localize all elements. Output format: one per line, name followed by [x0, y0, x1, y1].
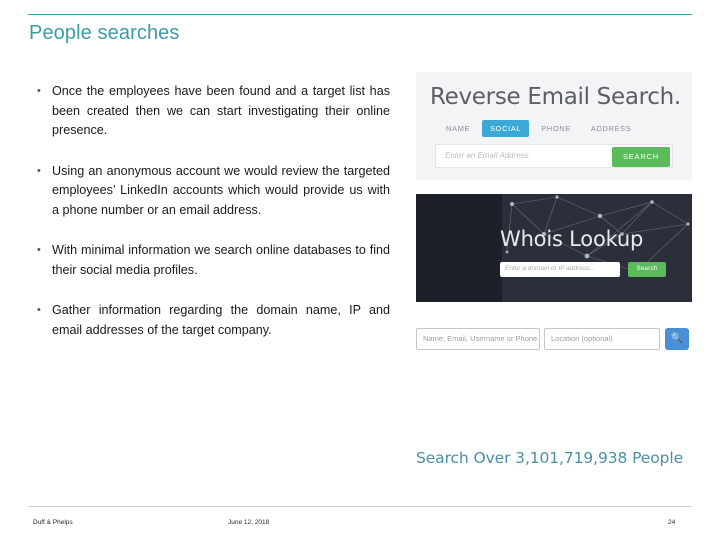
- slide: People searches • Once the employees hav…: [0, 0, 720, 540]
- footer-date: June 12, 2018: [228, 519, 270, 526]
- people-search-name-placeholder: Name, Email, Username or Phone: [423, 334, 538, 343]
- whois-lookup-screenshot: Whois Lookup Enter a domain or IP addres…: [416, 194, 692, 302]
- bullet-text: Using an anonymous account we would revi…: [52, 163, 390, 217]
- list-item: • Once the employees have been found and…: [30, 82, 390, 141]
- reverse-email-search-screenshot: Reverse Email Search. NAME SOCIAL PHONE …: [416, 72, 692, 180]
- bullet-marker: •: [37, 85, 41, 97]
- bullet-marker: •: [37, 304, 41, 316]
- people-search-location-input[interactable]: Location (optional): [544, 328, 660, 350]
- whois-search-button[interactable]: Search: [628, 262, 666, 277]
- reverse-email-search-headline: Reverse Email Search.: [430, 84, 681, 110]
- bullet-text: Once the employees have been found and a…: [52, 84, 390, 137]
- tab-address[interactable]: ADDRESS: [583, 120, 639, 137]
- people-search-screenshot: Name, Email, Username or Phone Location …: [416, 328, 692, 352]
- people-search-count: Search Over 3,101,719,938 People: [416, 449, 684, 467]
- whois-input[interactable]: Enter a domain or IP address...: [500, 262, 620, 277]
- whois-title: Whois Lookup: [500, 227, 644, 251]
- bullet-marker: •: [37, 244, 41, 256]
- list-item: • With minimal information we search onl…: [30, 241, 390, 280]
- footer-divider: [28, 506, 692, 507]
- search-icon[interactable]: 🔍: [665, 328, 689, 350]
- people-search-location-placeholder: Location (optional): [551, 334, 613, 343]
- tab-phone[interactable]: PHONE: [533, 120, 579, 137]
- tab-social[interactable]: SOCIAL: [482, 120, 530, 137]
- email-search-button[interactable]: SEARCH: [611, 147, 670, 167]
- screenshot-column: Reverse Email Search. NAME SOCIAL PHONE …: [416, 72, 692, 352]
- bullet-list: • Once the employees have been found and…: [30, 82, 390, 361]
- title-divider: [28, 14, 692, 15]
- whois-dark-panel: [416, 194, 502, 302]
- bullet-marker: •: [37, 164, 41, 177]
- tab-name[interactable]: NAME: [438, 120, 478, 137]
- footer-company: Duff & Phelps: [33, 519, 73, 526]
- whois-input-placeholder: Enter a domain or IP address...: [505, 265, 595, 272]
- people-search-name-input[interactable]: Name, Email, Username or Phone: [416, 328, 540, 350]
- bullet-text: With minimal information we search onlin…: [52, 243, 390, 277]
- footer-page-number: 24: [668, 519, 676, 526]
- bullet-text: Gather information regarding the domain …: [52, 303, 390, 337]
- list-item: • Gather information regarding the domai…: [30, 301, 390, 340]
- list-item: • Using an anonymous account we would re…: [30, 162, 390, 221]
- reverse-email-search-tabs: NAME SOCIAL PHONE ADDRESS: [438, 120, 639, 137]
- page-title: People searches: [29, 22, 180, 44]
- email-search-placeholder: Enter an Email Address: [445, 151, 529, 160]
- email-search-input[interactable]: Enter an Email Address SEARCH: [435, 144, 673, 168]
